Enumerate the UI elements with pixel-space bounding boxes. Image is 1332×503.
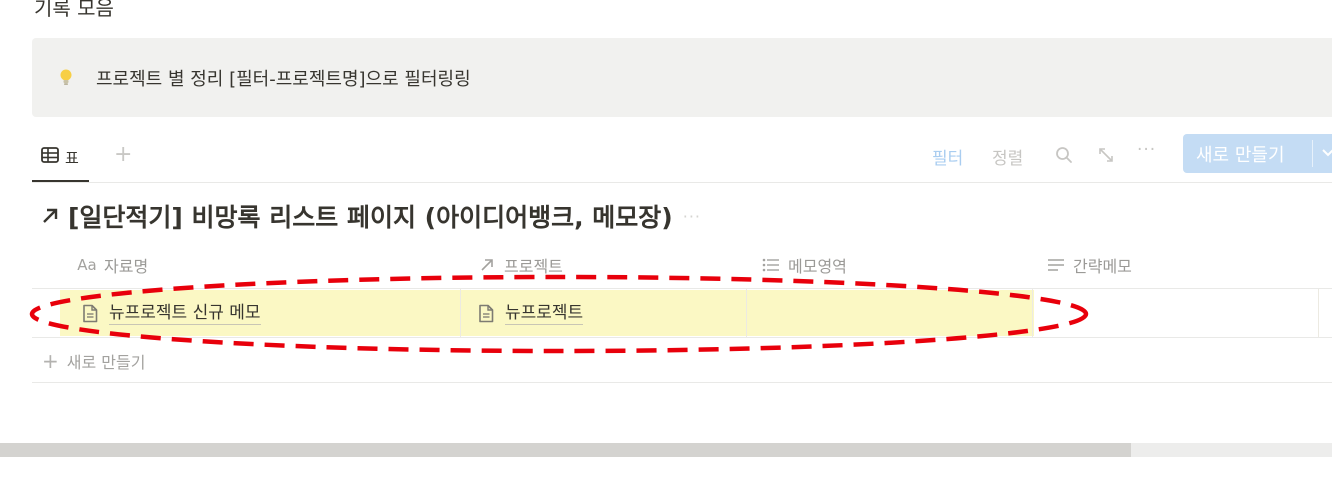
view-divider (32, 182, 1332, 183)
new-button[interactable]: 새로 만들기 (1183, 134, 1332, 173)
page-link[interactable]: 뉴프로젝트 신규 메모 (109, 302, 261, 325)
page-heading: 기록 모음 (34, 0, 114, 20)
column-header-brief[interactable]: 간략메모 (1045, 250, 1132, 280)
relation-arrow-icon (476, 258, 498, 272)
list-icon (760, 258, 782, 272)
database-title[interactable]: [일단적기] 비망록 리스트 페이지 (아이디어뱅크, 메모장) ··· (40, 196, 701, 236)
column-header-label: 자료명 (104, 257, 149, 276)
text-type-icon: Aa (77, 256, 97, 274)
row-divider (32, 337, 1332, 338)
column-header-label: 메모영역 (788, 257, 847, 276)
column-header-memo-area[interactable]: 메모영역 (760, 250, 847, 280)
database-more-button[interactable]: ··· (683, 207, 701, 226)
new-button-divider (1312, 140, 1313, 167)
sort-button[interactable]: 정렬 (992, 144, 1023, 169)
cell-memo-area[interactable] (760, 298, 1030, 328)
cell-project[interactable]: 뉴프로젝트 (476, 298, 584, 328)
lightbulb-icon (56, 67, 76, 89)
document-icon (80, 302, 100, 324)
database-title-text[interactable]: [일단적기] 비망록 리스트 페이지 (아이디어뱅크, 메모장) (68, 198, 673, 234)
callout-text: 프로젝트 별 정리 [필터-프로젝트명]으로 필터링링 (96, 68, 471, 90)
tab-label: 표 (65, 148, 79, 167)
new-button-label: 새로 만들기 (1196, 144, 1285, 166)
column-divider (460, 289, 461, 337)
column-divider (746, 289, 747, 337)
new-row-button[interactable]: + 새로 만들기 (42, 348, 145, 374)
cell-brief[interactable] (1046, 298, 1316, 328)
table-icon (41, 147, 59, 167)
column-divider (1032, 289, 1033, 337)
more-options-button[interactable]: ··· (1137, 140, 1156, 160)
relation-arrow-icon (40, 206, 60, 226)
chevron-down-icon[interactable] (1320, 144, 1332, 165)
horizontal-scrollbar-thumb[interactable] (0, 443, 1131, 457)
document-icon (476, 302, 496, 324)
search-icon[interactable] (1053, 144, 1075, 166)
cell-name[interactable]: 뉴프로젝트 신규 메모 (80, 298, 261, 328)
expand-icon[interactable] (1095, 144, 1117, 166)
column-header-name[interactable]: Aa 자료명 (76, 250, 148, 280)
table-bottom-divider (32, 382, 1332, 383)
new-row-label: 새로 만들기 (66, 353, 146, 372)
header-divider (32, 288, 1332, 289)
filter-button[interactable]: 필터 (932, 144, 963, 169)
view-bar: 표 + 필터 정렬 ··· 새로 만들기 (32, 134, 1332, 182)
column-header-project[interactable]: 프로젝트 (476, 250, 563, 280)
column-header-label: 간략메모 (1073, 257, 1132, 276)
column-header-label: 프로젝트 (504, 257, 563, 276)
column-divider (1318, 289, 1319, 337)
text-lines-icon (1045, 258, 1067, 272)
plus-icon: + (42, 349, 59, 373)
tab-table-view[interactable]: 표 (32, 134, 89, 182)
relation-link[interactable]: 뉴프로젝트 (505, 302, 584, 325)
callout-block[interactable]: 프로젝트 별 정리 [필터-프로젝트명]으로 필터링링 (32, 38, 1332, 117)
add-view-button[interactable]: + (114, 142, 132, 168)
